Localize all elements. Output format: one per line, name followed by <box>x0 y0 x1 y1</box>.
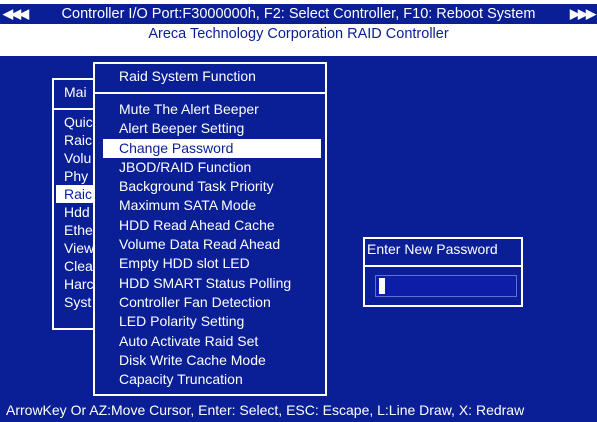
right-arrows-icon: ▶▶▶ <box>570 6 596 21</box>
raid-function-item[interactable]: Empty HDD slot LED <box>119 254 321 273</box>
raid-function-item[interactable]: LED Polarity Setting <box>119 312 321 331</box>
raid-function-item[interactable]: Disk Write Cache Mode <box>119 351 321 370</box>
raid-function-item[interactable]: HDD SMART Status Polling <box>119 274 321 293</box>
header: ◀◀◀ Controller I/O Port:F3000000h, F2: S… <box>0 0 597 48</box>
raid-function-item[interactable]: Controller Fan Detection <box>119 293 321 312</box>
divider <box>365 265 521 267</box>
raid-function-item[interactable]: Background Task Priority <box>119 177 321 196</box>
subtitle: Areca Technology Corporation RAID Contro… <box>148 26 449 42</box>
raid-function-items: Mute The Alert Beeper Alert Beeper Settin… <box>103 100 321 389</box>
raid-function-item[interactable]: Capacity Truncation <box>119 370 321 389</box>
raid-function-title: Raid System Function <box>119 68 256 84</box>
raid-function-menu: Raid System Function Mute The Alert Beep… <box>93 62 327 396</box>
raid-function-item[interactable]: JBOD/RAID Function <box>119 158 321 177</box>
status-bar: ◀◀◀ Controller I/O Port:F3000000h, F2: S… <box>0 4 597 24</box>
raid-function-item[interactable]: Change Password <box>103 138 321 158</box>
main-menu-item[interactable]: Raic <box>56 185 98 203</box>
raid-function-item[interactable]: Volume Data Read Ahead <box>119 235 321 254</box>
password-dialog: Enter New Password <box>363 237 523 307</box>
left-arrows-icon: ◀◀◀ <box>3 6 29 21</box>
raid-function-item[interactable]: Auto Activate Raid Set <box>119 332 321 351</box>
text-cursor <box>379 278 385 294</box>
raid-function-item[interactable]: Maximum SATA Mode <box>119 196 321 215</box>
raid-function-item[interactable]: Mute The Alert Beeper <box>119 100 321 119</box>
password-dialog-title: Enter New Password <box>367 241 498 257</box>
raid-function-item[interactable]: HDD Read Ahead Cache <box>119 216 321 235</box>
footer-help: ArrowKey Or AZ:Move Cursor, Enter: Selec… <box>0 398 597 422</box>
raid-function-item[interactable]: Alert Beeper Setting <box>119 119 321 138</box>
divider <box>95 92 325 94</box>
status-line: Controller I/O Port:F3000000h, F2: Selec… <box>61 6 536 22</box>
password-input[interactable] <box>375 275 517 297</box>
main-menu-title: Mai <box>64 84 87 100</box>
